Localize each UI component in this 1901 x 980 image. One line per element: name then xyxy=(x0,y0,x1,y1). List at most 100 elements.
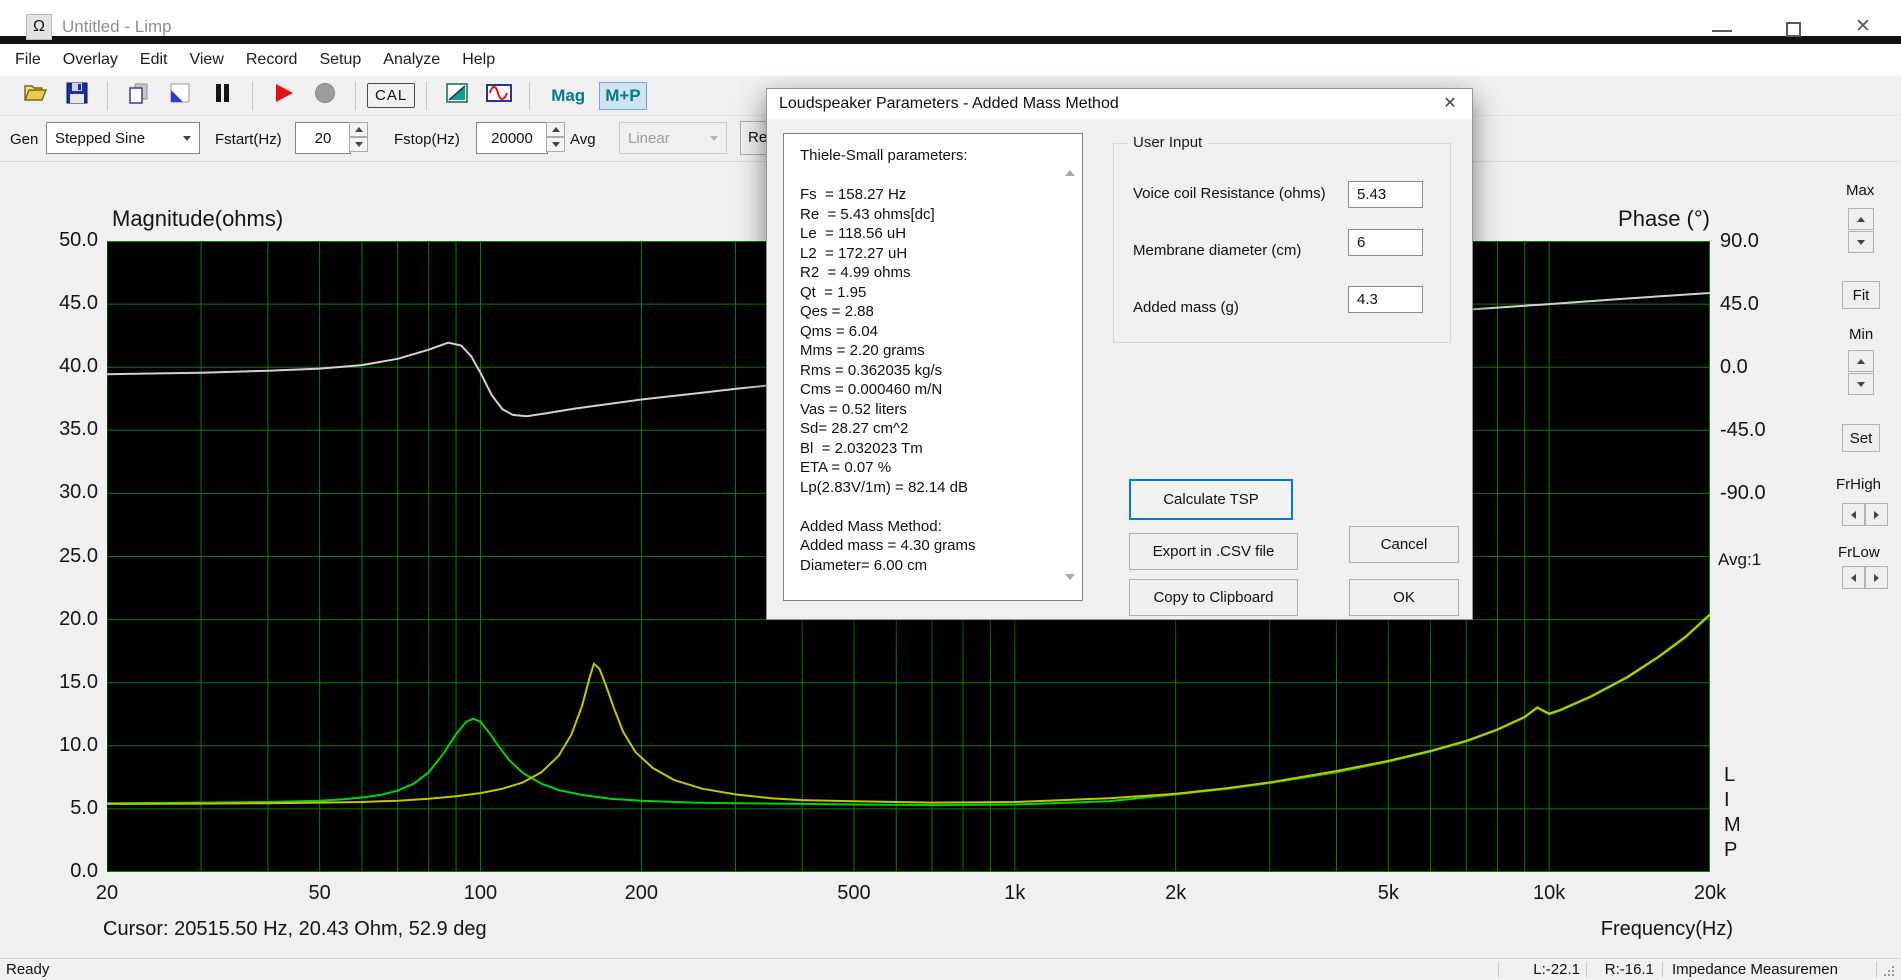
play-icon xyxy=(270,80,296,111)
spectrum-view-button[interactable] xyxy=(438,80,476,112)
copy-to-clipboard-button[interactable]: Copy to Clipboard xyxy=(1129,579,1298,616)
user-input-legend: User Input xyxy=(1128,134,1208,151)
minimize-button[interactable] xyxy=(1712,30,1732,32)
frhigh-arrows[interactable] xyxy=(1842,503,1888,526)
fstart-spinner[interactable] xyxy=(349,122,368,152)
spin-up-icon[interactable] xyxy=(546,122,565,137)
fstart-input[interactable] xyxy=(295,122,351,154)
voice-coil-resistance-label: Voice coil Resistance (ohms) xyxy=(1133,185,1326,202)
status-ready: Ready xyxy=(6,961,50,978)
spin-down-icon[interactable] xyxy=(546,137,565,152)
open-file-button[interactable] xyxy=(16,80,54,112)
ts-param-line: Added Mass Method: xyxy=(800,517,942,535)
spin-down-icon[interactable] xyxy=(1848,231,1874,253)
max-spinner[interactable] xyxy=(1848,208,1874,254)
sine-wave-icon xyxy=(485,80,513,111)
marker-flag-button[interactable] xyxy=(161,80,199,112)
gen-label: Gen xyxy=(10,131,39,148)
phase-tick-label: -45.0 xyxy=(1720,419,1766,441)
freq-tick-label: 1k xyxy=(1004,882,1026,904)
dialog-close-button[interactable]: ✕ xyxy=(1436,92,1464,116)
spin-up-icon[interactable] xyxy=(1848,208,1874,230)
calibrate-button[interactable]: CAL xyxy=(367,83,416,108)
set-button[interactable]: Set xyxy=(1842,424,1880,452)
fstop-spinner[interactable] xyxy=(546,122,565,152)
menu-item-analyze[interactable]: Analyze xyxy=(372,51,451,69)
added-mass-input[interactable] xyxy=(1348,286,1423,313)
mag-tick-label: 40.0 xyxy=(59,355,98,378)
spin-up-icon[interactable] xyxy=(1848,350,1874,372)
ts-param-line xyxy=(800,166,976,186)
cancel-button[interactable]: Cancel xyxy=(1349,526,1459,563)
scroll-up-icon[interactable] xyxy=(1065,170,1075,176)
ts-parameters-listbox[interactable]: Thiele-Small parameters: Fs = 158.27 Hz R… xyxy=(783,133,1083,601)
freq-tick-label: 20 xyxy=(95,882,119,904)
maximize-button[interactable] xyxy=(1786,22,1801,37)
export-csv-button[interactable]: Export in .CSV file xyxy=(1129,533,1298,570)
fit-button[interactable]: Fit xyxy=(1842,281,1880,309)
phase-tick-label: 0.0 xyxy=(1720,356,1748,378)
menu-item-overlay[interactable]: Overlay xyxy=(52,51,129,69)
magnitude-phase-view-button[interactable]: M+P xyxy=(599,81,647,110)
menu-item-edit[interactable]: Edit xyxy=(129,51,179,69)
frlow-label: FrLow xyxy=(1838,544,1880,561)
mag-tick-label: 45.0 xyxy=(59,292,98,315)
loudspeaker-parameters-dialog: Loudspeaker Parameters - Added Mass Meth… xyxy=(766,88,1473,620)
calculate-tsp-button[interactable]: Calculate TSP xyxy=(1129,479,1293,520)
generator-type-select[interactable]: Stepped Sine xyxy=(46,122,200,154)
chevron-down-icon xyxy=(183,136,191,141)
freq-tick-label: 200 xyxy=(624,882,659,904)
mag-tick-label: 35.0 xyxy=(59,418,98,441)
ok-button[interactable]: OK xyxy=(1349,579,1459,616)
spectrum-icon xyxy=(444,80,470,111)
signal-generator-button[interactable] xyxy=(480,80,518,112)
arrow-left-icon[interactable] xyxy=(1842,566,1865,589)
membrane-diameter-input[interactable] xyxy=(1348,229,1423,256)
min-spinner[interactable] xyxy=(1848,350,1874,396)
fstop-input[interactable] xyxy=(476,122,548,154)
frlow-arrows[interactable] xyxy=(1842,566,1888,589)
voice-coil-resistance-input[interactable] xyxy=(1348,181,1423,208)
save-button[interactable] xyxy=(58,80,96,112)
ts-param-line: Qt = 1.95 xyxy=(800,283,867,301)
menu-item-record[interactable]: Record xyxy=(235,51,309,69)
status-right-level: R:-16.1 xyxy=(1604,961,1654,978)
freq-tick-label: 10k xyxy=(1533,882,1566,904)
record-play-button[interactable] xyxy=(264,80,302,112)
menu-item-setup[interactable]: Setup xyxy=(308,51,372,69)
close-button[interactable]: ✕ xyxy=(1850,14,1876,40)
resize-grip[interactable] xyxy=(1884,966,1894,976)
mag-tick-label: 15.0 xyxy=(59,670,98,693)
limp-logo-letter: M xyxy=(1724,814,1741,836)
scroll-down-icon[interactable] xyxy=(1065,574,1075,580)
limp-logo-letter: I xyxy=(1724,789,1730,811)
spin-down-icon[interactable] xyxy=(349,137,368,152)
toolbar-separator xyxy=(252,81,253,110)
stop-button[interactable] xyxy=(306,80,344,112)
app-icon: Ω xyxy=(26,14,52,40)
ts-param-line: Re = 5.43 ohms[dc] xyxy=(800,205,935,223)
dialog-title-bar[interactable]: Loudspeaker Parameters - Added Mass Meth… xyxy=(767,89,1472,119)
menu-item-file[interactable]: File xyxy=(4,51,52,69)
phase-axis-title: Phase (°) xyxy=(1618,206,1710,231)
status-left-level: L:-22.1 xyxy=(1533,961,1580,978)
menu-item-help[interactable]: Help xyxy=(451,51,506,69)
arrow-right-icon[interactable] xyxy=(1865,503,1888,526)
menu-item-view[interactable]: View xyxy=(178,51,234,69)
magnitude-view-button[interactable]: Mag xyxy=(546,83,590,109)
copy-button[interactable] xyxy=(119,80,157,112)
ts-param-line: ETA = 0.07 % xyxy=(800,459,892,476)
toolbar-separator xyxy=(529,81,531,110)
spin-down-icon[interactable] xyxy=(1848,373,1874,395)
spin-up-icon[interactable] xyxy=(349,122,368,137)
curve-impedance-overlay xyxy=(106,614,1711,807)
arrow-right-icon[interactable] xyxy=(1865,566,1888,589)
frhigh-label: FrHigh xyxy=(1836,476,1882,493)
generator-type-value: Stepped Sine xyxy=(55,129,146,147)
arrow-left-icon[interactable] xyxy=(1842,503,1865,526)
phase-tick-label: -90.0 xyxy=(1720,482,1766,504)
pause-button[interactable] xyxy=(203,80,241,112)
magnitude-axis-title: Magnitude(ohms) xyxy=(112,206,284,231)
ts-parameters-list: Thiele-Small parameters: Fs = 158.27 Hz R… xyxy=(800,146,976,575)
freq-tick-label: 500 xyxy=(837,882,871,904)
